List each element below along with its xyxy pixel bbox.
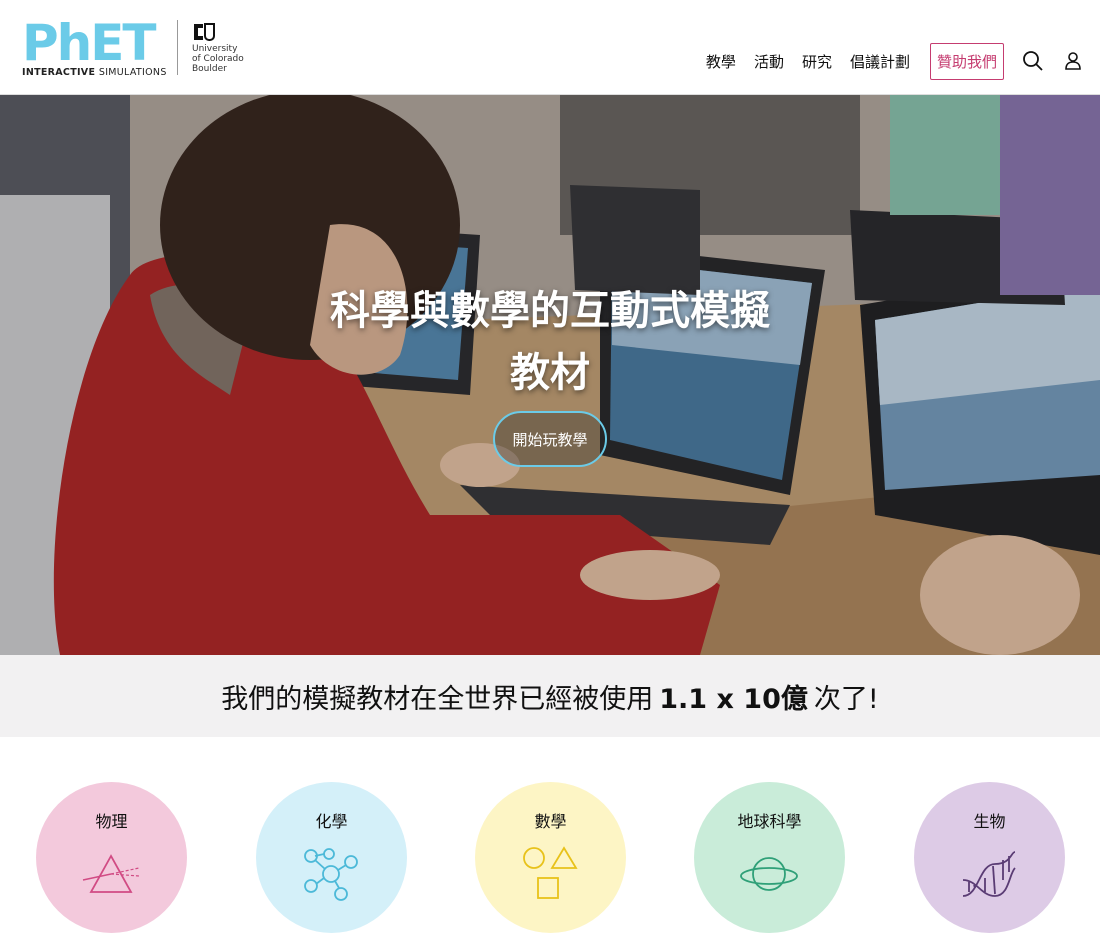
logo-divider bbox=[177, 20, 178, 75]
subject-label: 生物 bbox=[973, 812, 1006, 831]
nav-item-research[interactable]: 研究 bbox=[802, 51, 832, 72]
planet-icon bbox=[740, 857, 798, 891]
start-teaching-button[interactable]: 開始玩教學 bbox=[493, 411, 607, 467]
subject-label: 物理 bbox=[95, 812, 128, 831]
subject-earth-science[interactable]: 地球科學 bbox=[694, 782, 845, 933]
subject-list: 物理 化學 數學 地球科學 生物 bbox=[0, 737, 1100, 935]
subject-label: 數學 bbox=[534, 812, 567, 831]
usage-stats-banner: 我們的模擬教材在全世界已經被使用 1.1 x 10億 次了! bbox=[0, 655, 1100, 737]
phet-logo-tagline: INTERACTIVE SIMULATIONS bbox=[22, 67, 167, 78]
nav-item-activities[interactable]: 活動 bbox=[754, 51, 784, 72]
phet-logo-wordmark: PhET bbox=[22, 14, 157, 72]
hero-banner: 科學與數學的互動式模擬 教材 開始玩教學 bbox=[0, 95, 1100, 655]
subject-biology[interactable]: 生物 bbox=[914, 782, 1065, 933]
nav-item-teaching[interactable]: 教學 bbox=[706, 51, 736, 72]
stats-number: 1.1 x 10億 bbox=[659, 683, 808, 715]
user-icon[interactable] bbox=[1062, 50, 1084, 72]
subject-chemistry[interactable]: 化學 bbox=[256, 782, 407, 933]
cu-logo-icon bbox=[194, 23, 215, 41]
subject-math[interactable]: 數學 bbox=[475, 782, 626, 933]
site-header: PhET INTERACTIVE SIMULATIONS University … bbox=[0, 0, 1100, 95]
main-nav: 教學 活動 研究 倡議計劃 贊助我們 bbox=[688, 42, 1084, 80]
donate-button[interactable]: 贊助我們 bbox=[929, 42, 1004, 80]
stats-prefix: 我們的模擬教材在全世界已經被使用 bbox=[221, 683, 654, 715]
shapes-icon bbox=[523, 846, 578, 899]
nav-item-initiatives[interactable]: 倡議計劃 bbox=[850, 51, 910, 72]
cu-wordmark: University of Colorado Boulder bbox=[192, 44, 244, 74]
subject-physics[interactable]: 物理 bbox=[36, 782, 187, 933]
subject-label: 化學 bbox=[315, 812, 348, 831]
hero-title: 科學與數學的互動式模擬 教材 bbox=[330, 288, 770, 396]
subject-label: 地球科學 bbox=[737, 812, 802, 831]
search-icon[interactable] bbox=[1022, 50, 1044, 72]
stats-suffix: 次了! bbox=[813, 683, 879, 715]
prism-icon bbox=[82, 854, 140, 893]
phet-logo[interactable]: PhET INTERACTIVE SIMULATIONS University … bbox=[22, 10, 244, 80]
molecule-icon bbox=[304, 848, 358, 901]
dna-icon bbox=[962, 851, 1016, 897]
